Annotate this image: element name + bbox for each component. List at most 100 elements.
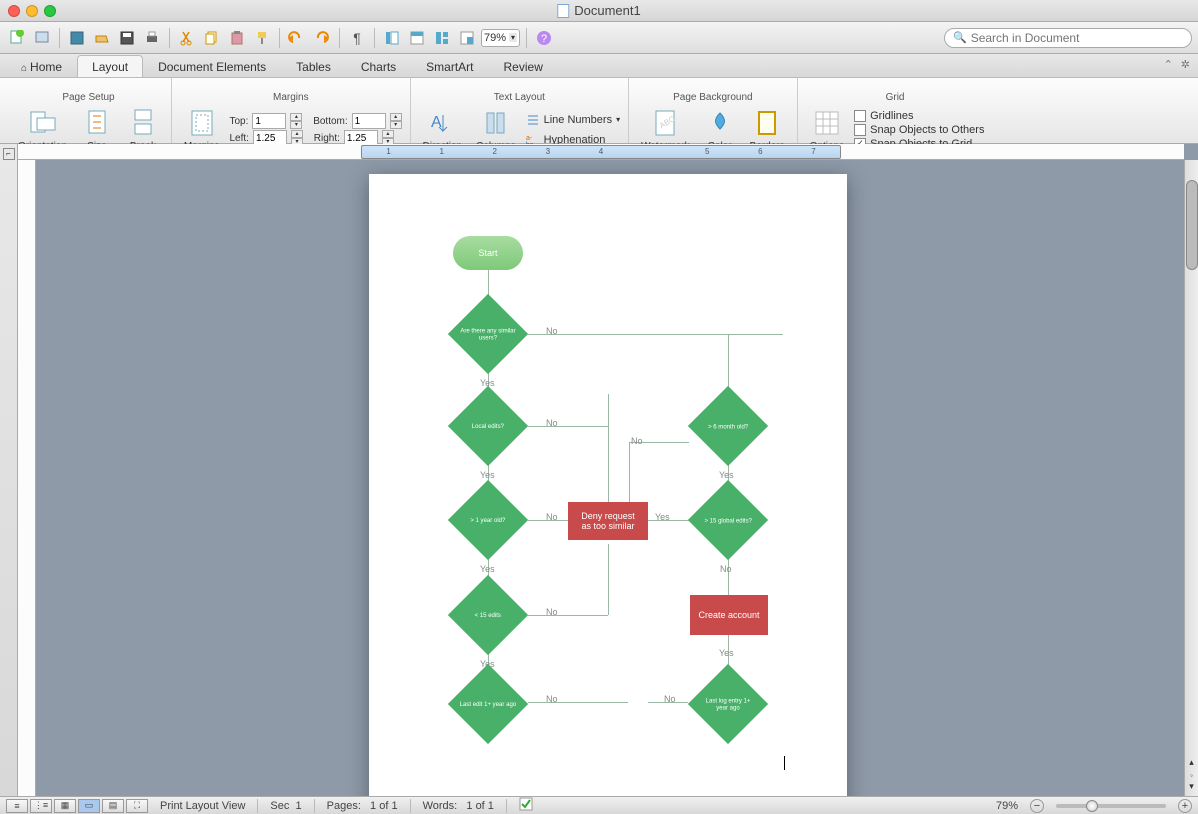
flowchart-decision-last-log: Last log entry 1+ year ago	[688, 664, 768, 744]
copy-button[interactable]	[201, 27, 223, 49]
search-input[interactable]	[971, 31, 1183, 45]
zoom-slider[interactable]	[1056, 804, 1166, 808]
group-margins-title: Margins	[273, 92, 309, 103]
tab-document-elements[interactable]: Document Elements	[143, 55, 281, 77]
spellcheck-button[interactable]	[519, 797, 535, 814]
tab-home[interactable]: ⌂Home	[6, 55, 77, 77]
view-draft-button[interactable]: ≡	[6, 799, 28, 813]
view-fullscreen-button[interactable]: ⛶	[126, 799, 148, 813]
line-numbers-button[interactable]: Line Numbers▾	[526, 113, 621, 127]
flowchart-decision-last-edit: Last edit 1+ year ago	[448, 664, 528, 744]
close-window-button[interactable]	[8, 5, 20, 17]
paste-button[interactable]	[226, 27, 248, 49]
document-page[interactable]: Start Are there any similar users? No Ye…	[369, 174, 847, 796]
flowchart-decision-local-edits: Local edits?	[448, 386, 528, 466]
new-doc-button[interactable]	[6, 27, 28, 49]
gridlines-checkbox[interactable]: Gridlines	[854, 110, 984, 122]
toolbox-button[interactable]	[406, 27, 428, 49]
flowchart-process-deny: Deny request as too similar	[568, 502, 648, 540]
flowchart-start: Start	[453, 236, 523, 270]
vertical-scrollbar[interactable]: ▴ ◦ ▾	[1184, 160, 1198, 796]
view-outline-button[interactable]: ⋮≡	[30, 799, 52, 813]
view-notebook-button[interactable]: ▤	[102, 799, 124, 813]
margin-top-spinner[interactable]: ▴▾	[290, 113, 302, 129]
svg-text:?: ?	[541, 33, 547, 45]
tab-smartart[interactable]: SmartArt	[411, 55, 488, 77]
words-label: Words:	[423, 800, 458, 812]
edge-label: Yes	[655, 512, 670, 522]
tab-layout[interactable]: Layout	[77, 55, 143, 77]
next-page-button[interactable]: ▾	[1185, 781, 1198, 792]
document-area: 11234 567	[18, 144, 1198, 796]
flowchart: Start Are there any similar users? No Ye…	[369, 174, 847, 796]
edge-label: No	[631, 436, 643, 446]
format-painter-button[interactable]	[251, 27, 273, 49]
pages-value: 1 of 1	[370, 800, 398, 812]
view-publishing-button[interactable]: ▦	[54, 799, 76, 813]
group-text-layout-title: Text Layout	[494, 92, 545, 103]
media-button[interactable]	[456, 27, 478, 49]
zoom-dropdown-icon: ▾	[509, 33, 517, 42]
tab-review[interactable]: Review	[489, 55, 558, 77]
edge-label: No	[546, 418, 558, 428]
pages-label: Pages:	[327, 800, 361, 812]
zoom-out-button[interactable]: −	[1030, 799, 1044, 813]
margin-bottom-input[interactable]	[352, 113, 386, 129]
zoom-window-button[interactable]	[44, 5, 56, 17]
save-button[interactable]	[116, 27, 138, 49]
zoom-in-button[interactable]: +	[1178, 799, 1192, 813]
tab-tables[interactable]: Tables	[281, 55, 346, 77]
horizontal-ruler[interactable]: 11234 567	[18, 144, 1184, 160]
text-cursor	[784, 756, 785, 770]
prev-page-button[interactable]: ▴	[1185, 757, 1198, 768]
search-box[interactable]: 🔍	[944, 28, 1192, 48]
edge-label: No	[546, 607, 558, 617]
zoom-value: 79%	[484, 32, 506, 44]
edge-label: Yes	[719, 470, 734, 480]
view-print-layout-button[interactable]: ▭	[78, 799, 100, 813]
cut-button[interactable]	[176, 27, 198, 49]
gallery-button[interactable]	[431, 27, 453, 49]
vertical-ruler[interactable]	[18, 160, 36, 796]
redo-button[interactable]	[311, 27, 333, 49]
edge-label: No	[664, 694, 676, 704]
words-value: 1 of 1	[466, 800, 494, 812]
quick-toolbar: ¶ 79% ▾ ? 🔍	[0, 22, 1198, 54]
vertical-scrollbar-thumb[interactable]	[1186, 180, 1198, 270]
open-button[interactable]	[91, 27, 113, 49]
collapse-ribbon-button[interactable]: ⌃	[1164, 58, 1173, 71]
zoom-combo[interactable]: 79% ▾	[481, 29, 520, 47]
browse-object-button[interactable]: ◦	[1185, 771, 1198, 780]
new-template-button[interactable]	[31, 27, 53, 49]
tab-selector-button[interactable]: ⌐	[3, 148, 15, 160]
snap-others-checkbox[interactable]: Snap Objects to Others	[854, 124, 984, 136]
edge-label: No	[546, 512, 558, 522]
sidebar-toggle-button[interactable]	[381, 27, 403, 49]
open-dropdown-button[interactable]	[66, 27, 88, 49]
margin-bottom-label: Bottom:	[313, 116, 347, 127]
ribbon-tabs: ⌂Home Layout Document Elements Tables Ch…	[0, 54, 1198, 78]
view-label: Print Layout View	[160, 800, 245, 812]
margin-bottom-spinner[interactable]: ▴▾	[390, 113, 402, 129]
home-icon: ⌂	[21, 63, 27, 74]
margin-top-input[interactable]	[252, 113, 286, 129]
minimize-window-button[interactable]	[26, 5, 38, 17]
help-button[interactable]: ?	[533, 27, 555, 49]
edge-label: Yes	[480, 564, 495, 574]
undo-button[interactable]	[286, 27, 308, 49]
svg-text:a-: a-	[526, 135, 533, 142]
zoom-slider-knob[interactable]	[1086, 800, 1098, 812]
sec-value: 1	[296, 800, 302, 812]
tab-charts[interactable]: Charts	[346, 55, 411, 77]
ribbon-options-button[interactable]: ✲	[1181, 58, 1190, 71]
margin-top-label: Top:	[230, 116, 249, 127]
edge-label: No	[546, 326, 558, 336]
flowchart-decision-similar-users: Are there any similar users?	[448, 294, 528, 374]
sec-label: Sec	[270, 800, 289, 812]
show-marks-button[interactable]: ¶	[346, 27, 368, 49]
flowchart-decision-15-global-edits: > 15 global edits?	[688, 480, 768, 560]
flowchart-decision-1-year-old: > 1 year old?	[448, 480, 528, 560]
print-button[interactable]	[141, 27, 163, 49]
left-gutter: ⌐	[0, 144, 18, 796]
flowchart-process-create-account: Create account	[690, 595, 768, 635]
